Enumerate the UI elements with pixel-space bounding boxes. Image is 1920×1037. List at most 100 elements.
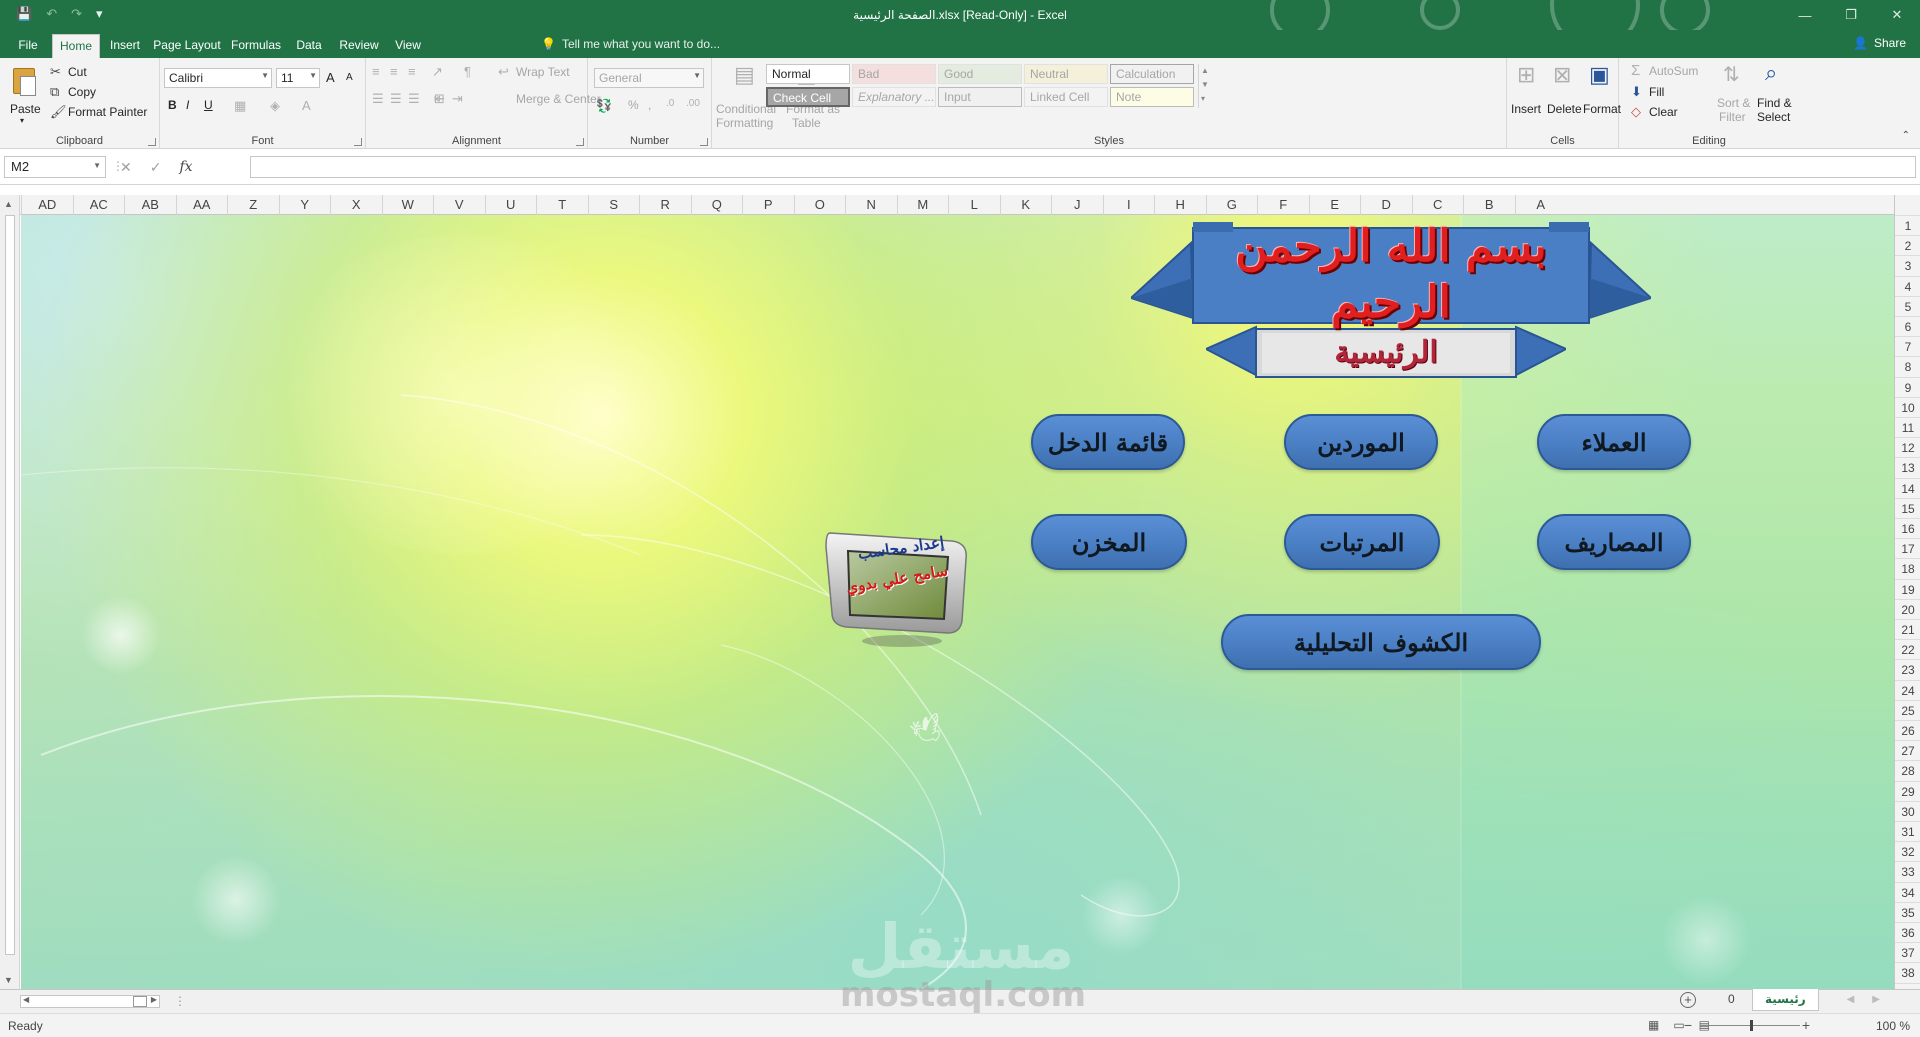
minimize-icon[interactable]: — [1782, 0, 1828, 30]
grow-font-icon[interactable]: A [326, 70, 335, 85]
percent-button[interactable]: % [628, 98, 639, 112]
row-header[interactable]: 20 [1895, 598, 1920, 619]
column-header[interactable]: P [742, 195, 794, 215]
row-header[interactable]: 2 [1895, 235, 1920, 255]
row-header[interactable]: 32 [1895, 841, 1920, 861]
column-header[interactable]: Z [227, 195, 279, 215]
row-header[interactable]: 7 [1895, 336, 1920, 356]
column-header[interactable]: Y [278, 195, 331, 215]
style-calculation[interactable]: Calculation [1110, 64, 1194, 84]
row-header[interactable]: 18 [1895, 558, 1920, 578]
row-header[interactable]: 17 [1895, 538, 1920, 558]
row-header[interactable]: 25 [1895, 699, 1920, 720]
income-statement-button[interactable]: قائمة الدخل [1031, 414, 1185, 470]
row-header[interactable]: 14 [1895, 477, 1920, 498]
row-header[interactable]: 11 [1895, 417, 1920, 437]
vertical-scrollbar[interactable]: ▲ ▼ [0, 195, 20, 989]
column-header[interactable]: AD [21, 195, 73, 215]
column-header[interactable]: F [1257, 195, 1309, 215]
indent-icon[interactable]: ⇤ [434, 91, 445, 107]
sort-filter-button[interactable]: ⇅ Sort & Filter [1715, 58, 1755, 138]
row-header[interactable]: 19 [1895, 578, 1920, 599]
scroll-right-icon[interactable]: ▶ [151, 995, 157, 1004]
row-header[interactable]: 3 [1895, 255, 1920, 275]
tab-insert[interactable]: Insert [104, 34, 146, 58]
bold-button[interactable]: B [168, 98, 177, 112]
row-header[interactable]: 26 [1895, 720, 1920, 740]
tab-view[interactable]: View [390, 34, 426, 58]
style-neutral[interactable]: Neutral [1024, 64, 1108, 84]
row-header[interactable]: 9 [1895, 376, 1920, 397]
sheet-tab-other[interactable]: 0 [1716, 989, 1747, 1011]
row-header[interactable]: 12 [1895, 437, 1920, 457]
clipboard-launcher-icon[interactable] [148, 138, 156, 146]
zoom-in-icon[interactable]: + [1802, 1017, 1810, 1033]
column-header[interactable]: G [1205, 195, 1258, 215]
customers-button[interactable]: العملاء [1537, 414, 1691, 470]
column-header[interactable]: Q [690, 195, 743, 215]
row-header[interactable]: 24 [1895, 679, 1920, 700]
column-header[interactable]: C [1411, 195, 1464, 215]
paste-button[interactable]: Paste ▾ [6, 64, 44, 128]
next-sheet-icon[interactable]: ▶ [1872, 994, 1880, 1005]
align-right-icon[interactable]: ☰ [408, 91, 420, 107]
row-header[interactable]: 33 [1895, 861, 1920, 881]
column-header[interactable]: W [381, 195, 434, 215]
align-left-icon[interactable]: ☰ [372, 91, 384, 107]
format-painter-button[interactable]: Format Painter [68, 105, 147, 119]
share-button[interactable]: 👤 Share [1853, 36, 1906, 50]
tell-me-search[interactable]: 💡 Tell me what you want to do... [541, 37, 720, 51]
row-header[interactable]: 16 [1895, 518, 1920, 538]
style-input[interactable]: Input [938, 87, 1022, 107]
horizontal-scroll-thumb[interactable] [133, 996, 147, 1007]
prev-sheet-icon[interactable]: ◀ [1847, 994, 1855, 1005]
style-linked-cell[interactable]: Linked Cell [1024, 87, 1108, 107]
comma-button[interactable]: , [648, 98, 651, 112]
row-header[interactable]: 4 [1895, 275, 1920, 296]
column-header[interactable]: AC [72, 195, 125, 215]
fill-button[interactable]: Fill [1649, 85, 1664, 99]
column-header[interactable]: I [1102, 195, 1155, 215]
worksheet-canvas[interactable]: بسم الله الرحمن الرحيم الرئيسية العملاء … [21, 215, 1894, 989]
row-header[interactable]: 21 [1895, 619, 1920, 639]
expenses-button[interactable]: المصاريف [1537, 514, 1691, 570]
tab-split-grip-icon[interactable]: ⋮ [174, 994, 186, 1008]
style-bad[interactable]: Bad [852, 64, 936, 84]
zoom-out-icon[interactable]: − [1684, 1017, 1692, 1033]
style-good[interactable]: Good [938, 64, 1022, 84]
delete-cells-button[interactable]: ⊠ Delete [1547, 58, 1582, 138]
scroll-down-icon[interactable]: ▼ [4, 975, 13, 985]
cut-button[interactable]: Cut [68, 65, 87, 79]
row-header[interactable]: 8 [1895, 356, 1920, 376]
number-launcher-icon[interactable] [700, 138, 708, 146]
row-header[interactable]: 1 [1895, 215, 1920, 235]
zoom-slider[interactable] [1700, 1020, 1800, 1031]
close-icon[interactable]: ✕ [1874, 0, 1920, 30]
wrap-text-button[interactable]: Wrap Text [516, 65, 570, 79]
copy-button[interactable]: Copy [68, 85, 96, 99]
column-header[interactable]: X [330, 195, 382, 215]
styles-scroll-icon[interactable]: ▲ ▼ ▾ [1198, 64, 1209, 108]
scroll-thumb[interactable] [5, 215, 15, 955]
column-header[interactable]: O [793, 195, 846, 215]
column-header[interactable]: T [536, 195, 588, 215]
row-header[interactable]: 5 [1895, 295, 1920, 316]
format-cells-button[interactable]: ▣ Format [1583, 58, 1621, 138]
shrink-font-icon[interactable]: A [346, 72, 353, 83]
row-header[interactable]: 31 [1895, 821, 1920, 841]
analytical-reports-button[interactable]: الكشوف التحليلية [1221, 614, 1541, 670]
tab-home[interactable]: Home [52, 34, 100, 58]
name-box[interactable]: M2 ▼ [4, 156, 106, 178]
align-middle-icon[interactable]: ≡ [390, 64, 398, 79]
scroll-left-icon[interactable]: ◀ [23, 995, 29, 1004]
tab-page-layout[interactable]: Page Layout [152, 34, 222, 58]
tab-file[interactable]: File [8, 34, 48, 58]
underline-button[interactable]: U [204, 98, 213, 112]
align-top-icon[interactable]: ≡ [372, 64, 380, 79]
normal-view-icon[interactable]: ▦ [1648, 1018, 1659, 1032]
style-note[interactable]: Note [1110, 87, 1194, 107]
font-size-select[interactable]: 11 ▼ [276, 68, 320, 88]
fill-color-icon[interactable]: ◈ [270, 98, 280, 114]
row-header[interactable]: 35 [1895, 901, 1920, 922]
column-header[interactable]: M [896, 195, 949, 215]
